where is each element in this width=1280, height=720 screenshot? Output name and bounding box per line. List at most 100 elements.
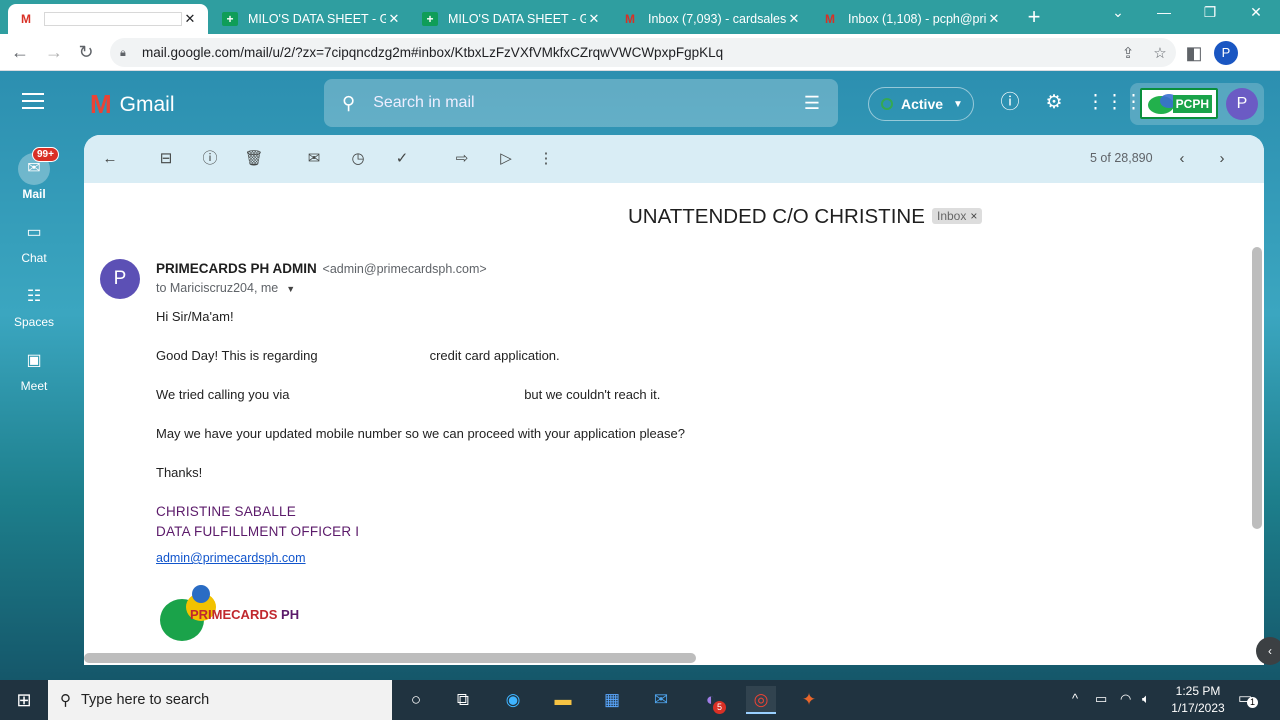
signature-email-link[interactable]: admin@primecardsph.com: [156, 551, 306, 565]
apps-grid-icon[interactable]: ⋮⋮⋮: [1086, 91, 1143, 115]
browser-tab[interactable]: M Inbox (1,108) - pcph@prim ✕: [812, 4, 1012, 34]
rail-chat[interactable]: ▭ Chat: [0, 217, 68, 265]
back-icon[interactable]: ←: [8, 40, 32, 64]
address-bar[interactable]: 🔒︎ mail.google.com/mail/u/2/?zx=7cipqncd…: [110, 38, 1176, 67]
show-details-icon[interactable]: ▼: [286, 284, 295, 294]
close-icon[interactable]: ✕: [986, 11, 1002, 27]
tab-title: MILO'S DATA SHEET - Goo: [248, 12, 386, 26]
forward-icon[interactable]: →: [42, 40, 66, 64]
wifi-icon[interactable]: ◠: [1120, 691, 1131, 707]
gmail-icon: M: [825, 12, 835, 26]
search-icon[interactable]: ⚲: [342, 93, 355, 114]
report-spam-icon[interactable]: ⓘ: [198, 147, 222, 171]
browser-tab[interactable]: + MILO'S DATA SHEET - Goo ✕: [212, 4, 412, 34]
restore-button[interactable]: ❐: [1190, 4, 1230, 21]
pagination-count: 5 of 28,890: [1090, 151, 1153, 165]
task-view-icon[interactable]: ⧉: [448, 686, 478, 714]
close-window-button[interactable]: ✕: [1236, 4, 1276, 21]
more-options-icon[interactable]: ⋮: [534, 147, 558, 171]
rail-label: Mail: [22, 187, 46, 201]
horizontal-scrollbar[interactable]: [84, 653, 696, 663]
body-paragraph: Good Day! This is regarding credit card …: [156, 348, 560, 363]
minimize-button[interactable]: —: [1144, 4, 1184, 20]
file-explorer-icon[interactable]: ▬: [548, 686, 578, 714]
taskbar-search[interactable]: ⚲ Type here to search: [48, 680, 392, 720]
reload-icon[interactable]: ↻: [74, 40, 98, 64]
volume-icon[interactable]: 🔈︎: [1142, 691, 1150, 707]
help-icon[interactable]: ⓘ: [998, 91, 1022, 115]
message-action-bar: ← ⊟ ⓘ 🗑︎ ✉ ◷ ✓ ⇨ ▷ ⋮ 5 of 28,890 ‹ ›: [84, 135, 1264, 183]
side-panel-icon[interactable]: ◧: [1182, 41, 1206, 65]
search-bar[interactable]: ⚲ Search in mail ☰: [324, 79, 838, 127]
new-tab-button[interactable]: +: [1022, 6, 1046, 30]
back-to-inbox-icon[interactable]: ←: [98, 147, 122, 171]
store-icon[interactable]: ▦: [597, 686, 627, 714]
side-panel-toggle-icon[interactable]: ‹: [1256, 637, 1280, 665]
meet-now-icon[interactable]: ▭: [1095, 691, 1107, 707]
body-paragraph: May we have your updated mobile number s…: [156, 426, 685, 441]
rail-label: Spaces: [13, 315, 55, 329]
system-clock[interactable]: 1:25 PM 1/17/2023: [1168, 683, 1228, 717]
signature-title: DATA FULFILLMENT OFFICER I: [156, 524, 360, 539]
pdf-app-icon[interactable]: ✦: [794, 686, 824, 714]
bookmark-star-icon[interactable]: ☆: [1144, 44, 1176, 62]
taskbar-search-input[interactable]: Type here to search: [81, 692, 209, 708]
tab-title: MILO'S DATA SHEET - Goo: [448, 12, 586, 26]
remove-label-icon[interactable]: ×: [970, 209, 977, 223]
status-selector[interactable]: Active ▼: [868, 87, 974, 121]
sheets-icon: +: [222, 12, 238, 26]
older-icon[interactable]: ›: [1210, 147, 1234, 171]
account-switcher[interactable]: PCPH P: [1130, 83, 1264, 125]
rail-meet[interactable]: ▣ Meet: [0, 345, 68, 393]
recipients-line[interactable]: to Mariciscruz204, me ▼: [156, 281, 295, 295]
windows-start-icon[interactable]: ⊞: [8, 688, 40, 712]
label-icon[interactable]: ▷: [494, 147, 518, 171]
rail-spaces[interactable]: ☷ Spaces: [0, 281, 68, 329]
account-avatar[interactable]: P: [1226, 88, 1258, 120]
share-icon[interactable]: ⇪: [1112, 44, 1144, 62]
brand-text: PRIMECARDS: [190, 607, 278, 622]
edge-icon[interactable]: ◉: [498, 686, 528, 714]
status-label: Active: [901, 96, 944, 112]
search-options-icon[interactable]: ☰: [804, 93, 820, 114]
delete-icon[interactable]: 🗑︎: [242, 147, 266, 171]
chrome-icon[interactable]: ◎: [746, 686, 776, 714]
app-name: Gmail: [119, 92, 175, 116]
gmail-logo[interactable]: M Gmail: [90, 89, 175, 120]
browser-profile-avatar[interactable]: P: [1214, 41, 1238, 65]
close-icon[interactable]: ✕: [586, 11, 602, 27]
sender-name[interactable]: PRIMECARDS PH ADMIN: [156, 261, 317, 276]
status-dot-icon: [881, 98, 893, 110]
mail-app-icon[interactable]: ✉: [646, 686, 676, 714]
snooze-icon[interactable]: ◷: [346, 147, 370, 171]
email-subject: UNATTENDED C/O CHRISTINE: [628, 205, 925, 228]
close-icon[interactable]: ✕: [786, 11, 802, 27]
rail-label: Chat: [21, 251, 47, 265]
browser-tab[interactable]: M ✕: [8, 4, 208, 34]
rail-mail[interactable]: ✉ 99+ Mail: [0, 147, 68, 201]
vertical-scrollbar[interactable]: [1252, 247, 1262, 529]
url-text[interactable]: mail.google.com/mail/u/2/?zx=7cipqncdzg2…: [142, 45, 1112, 60]
move-to-icon[interactable]: ⇨: [450, 147, 474, 171]
mark-unread-icon[interactable]: ✉: [302, 147, 326, 171]
tab-search-icon[interactable]: ⌄: [1098, 4, 1138, 21]
browser-tab[interactable]: M Inbox (7,093) - cardsales@ ✕: [612, 4, 812, 34]
organization-logo: PCPH: [1140, 88, 1218, 119]
close-icon[interactable]: ✕: [182, 11, 198, 27]
rail-label: Meet: [20, 379, 48, 393]
inbox-label-chip[interactable]: Inbox ×: [932, 208, 983, 224]
search-input[interactable]: Search in mail: [373, 94, 804, 112]
viber-badge: 5: [713, 701, 726, 714]
recipients-text: to Mariciscruz204, me: [156, 281, 279, 295]
show-hidden-icons[interactable]: ^: [1072, 691, 1078, 706]
cortana-icon[interactable]: ○: [401, 686, 431, 714]
viber-icon[interactable]: ◐ 5: [696, 686, 726, 714]
browser-tab[interactable]: + MILO'S DATA SHEET - Goo ✕: [412, 4, 612, 34]
notification-center-icon[interactable]: ▭ 1: [1238, 689, 1258, 708]
sender-avatar[interactable]: P: [100, 259, 140, 299]
archive-icon[interactable]: ⊟: [154, 147, 178, 171]
add-to-tasks-icon[interactable]: ✓: [390, 147, 414, 171]
settings-gear-icon[interactable]: ⚙: [1042, 91, 1066, 115]
newer-icon[interactable]: ‹: [1170, 147, 1194, 171]
close-icon[interactable]: ✕: [386, 11, 402, 27]
